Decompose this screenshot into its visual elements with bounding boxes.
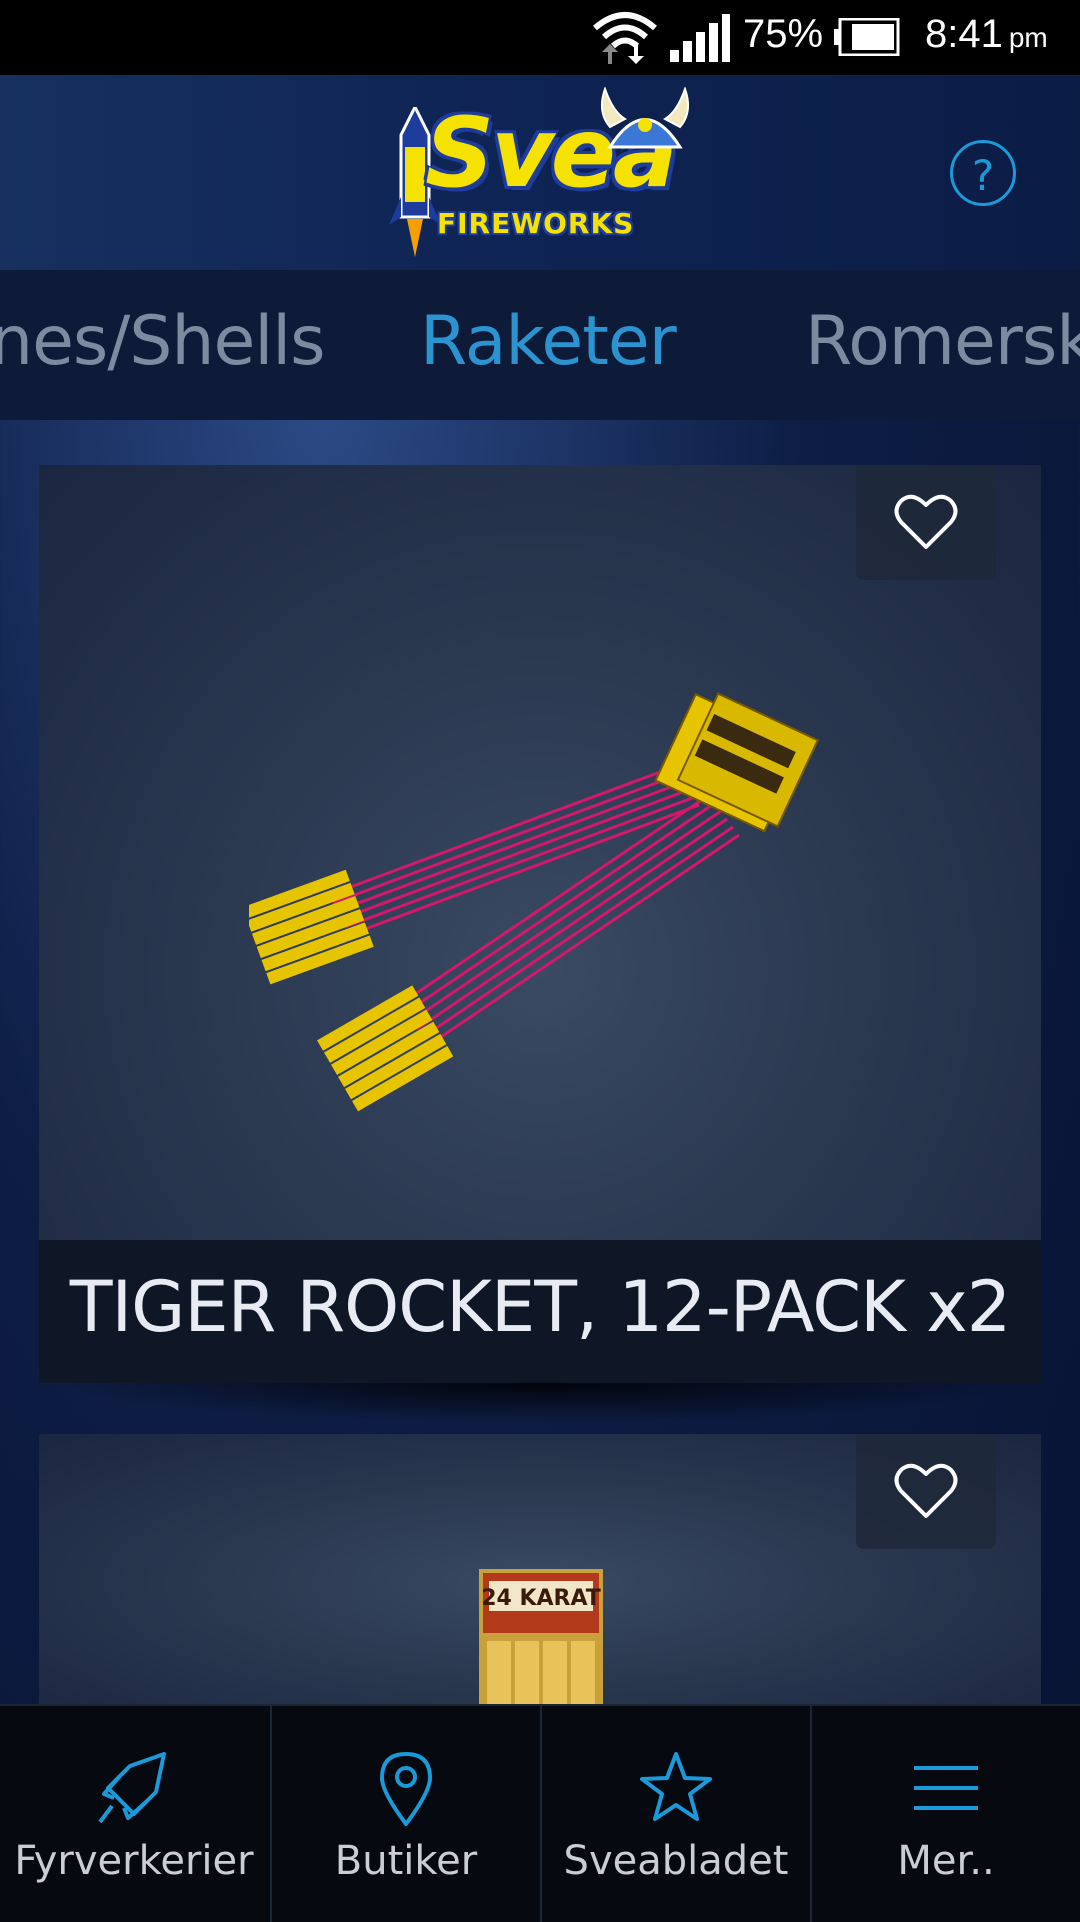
nav-mer[interactable]: Mer.. bbox=[810, 1706, 1080, 1922]
battery-percent: 75% bbox=[743, 12, 824, 56]
map-pin-icon bbox=[380, 1752, 432, 1826]
rocket-icon bbox=[98, 1752, 166, 1824]
favorite-button[interactable] bbox=[856, 1434, 996, 1549]
nav-label: Fyrverkerier bbox=[14, 1838, 254, 1884]
product-image-tiger-rocket bbox=[249, 692, 820, 1112]
svg-text:24 KARAT: 24 KARAT bbox=[481, 1586, 601, 1611]
tab-romerska[interactable]: Romerska bbox=[805, 302, 1080, 381]
tab-raketer[interactable]: Raketer bbox=[420, 302, 677, 381]
help-button[interactable]: ? bbox=[950, 140, 1016, 206]
nav-sveabladet[interactable]: Sveabladet bbox=[540, 1706, 810, 1922]
status-bar: 75% 8:41 pm bbox=[0, 0, 1080, 75]
star-icon bbox=[640, 1752, 712, 1821]
product-card[interactable]: 24 KARAT bbox=[39, 1434, 1041, 1704]
app-header: Svea FIREWORKS ? bbox=[0, 75, 1080, 270]
nav-fyrverkerier[interactable]: Fyrverkerier bbox=[0, 1706, 268, 1922]
bottom-navigation: Fyrverkerier Butiker Sveabladet Mer.. bbox=[0, 1704, 1080, 1922]
clock-ampm: pm bbox=[1008, 22, 1048, 53]
nav-butiker[interactable]: Butiker bbox=[270, 1706, 540, 1922]
svea-fireworks-logo[interactable]: Svea FIREWORKS bbox=[385, 87, 695, 257]
product-image-24-karat: 24 KARAT bbox=[479, 1569, 603, 1704]
product-title: TIGER ROCKET, 12-PACK x2 bbox=[69, 1266, 1011, 1348]
nav-label: Mer.. bbox=[897, 1838, 995, 1884]
product-caption: TIGER ROCKET, 12-PACK x2 bbox=[39, 1240, 1041, 1383]
product-card[interactable]: TIGER ROCKET, 12-PACK x2 bbox=[39, 465, 1041, 1383]
card-shadow bbox=[60, 1383, 1020, 1423]
heart-outline-icon bbox=[894, 494, 958, 549]
tab-shells[interactable]: nes/Shells bbox=[0, 302, 326, 381]
category-tabs: nes/Shells Raketer Romerska bbox=[0, 270, 1080, 420]
nav-label: Butiker bbox=[334, 1838, 478, 1884]
menu-icon bbox=[914, 1766, 978, 1810]
clock-time: 8:41 bbox=[925, 12, 1003, 56]
wifi-icon bbox=[593, 12, 657, 64]
logo-helmet-icon bbox=[600, 87, 690, 149]
nav-label: Sveabladet bbox=[563, 1838, 789, 1884]
logo-subtext: FIREWORKS bbox=[437, 207, 635, 240]
battery-icon bbox=[834, 18, 900, 56]
favorite-button[interactable] bbox=[856, 465, 996, 580]
signal-icon bbox=[670, 14, 730, 62]
heart-outline-icon bbox=[894, 1463, 958, 1518]
clock: 8:41 pm bbox=[925, 12, 1048, 57]
